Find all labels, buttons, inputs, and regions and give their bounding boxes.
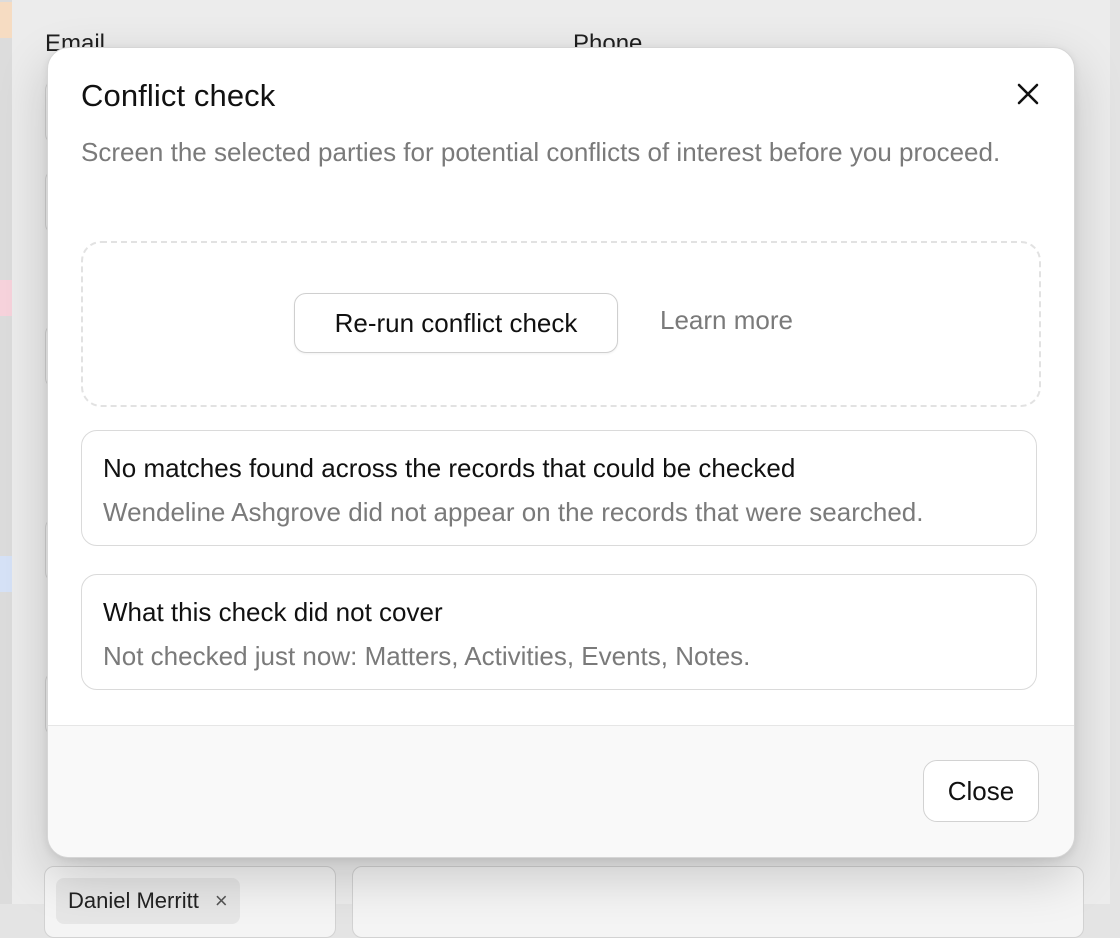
background-party-chip-name: Daniel Merritt — [68, 888, 199, 913]
result-card-no-matches: No matches found across the records that… — [81, 430, 1037, 546]
result-card-text: Not checked just now: Matters, Activitie… — [103, 641, 751, 671]
background-field — [352, 866, 1084, 938]
chip-remove-icon: × — [214, 888, 228, 913]
result-card-title: What this check did not cover — [103, 597, 443, 627]
dialog-description: Screen the selected parties for potentia… — [81, 137, 1001, 167]
conflict-check-actions: Re-run conflict check Learn more — [81, 241, 1041, 407]
dialog-footer: Close — [48, 725, 1074, 857]
dialog-title: Conflict check — [81, 78, 276, 113]
background-tag — [0, 556, 12, 592]
rerun-conflict-check-button[interactable]: Re-run conflict check — [294, 293, 618, 353]
background-party-chip: Daniel Merritt × — [56, 878, 240, 924]
result-card-title: No matches found across the records that… — [103, 453, 796, 483]
background-tag — [0, 280, 12, 316]
learn-more-link[interactable]: Learn more — [660, 305, 793, 336]
close-button[interactable]: Close — [923, 760, 1039, 822]
close-icon[interactable] — [1010, 76, 1046, 112]
conflict-check-dialog: Conflict check Screen the selected parti… — [47, 47, 1075, 858]
result-card-not-covered: What this check did not cover Not checke… — [81, 574, 1037, 690]
background-tag — [0, 2, 12, 38]
close-icon-glyph — [1017, 83, 1039, 105]
result-card-text: Wendeline Ashgrove did not appear on the… — [103, 497, 924, 527]
